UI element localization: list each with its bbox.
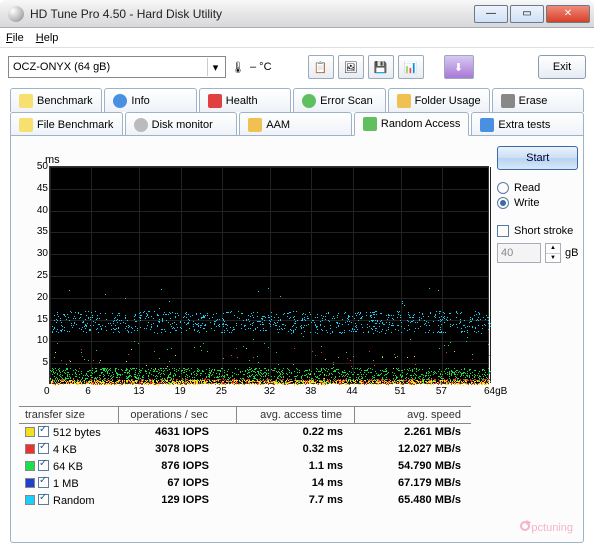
tab-extra-tests[interactable]: Extra tests xyxy=(471,112,584,136)
chevron-down-icon: ▾ xyxy=(207,58,223,76)
window-title: HD Tune Pro 4.50 - Hard Disk Utility xyxy=(30,7,222,21)
thermometer-icon: 🌡 xyxy=(230,56,246,78)
erase-icon xyxy=(501,94,515,108)
tabs-row-1: Benchmark Info Health Error Scan Folder … xyxy=(0,88,594,112)
titlebar[interactable]: HD Tune Pro 4.50 - Hard Disk Utility — ▭… xyxy=(0,0,594,28)
file-benchmark-icon xyxy=(19,118,33,132)
scan-icon xyxy=(302,94,316,108)
save-button[interactable]: 💾 xyxy=(368,55,394,79)
drive-select[interactable]: OCZ-ONYX (64 gB) ▾ xyxy=(8,56,226,78)
table-row: 512 bytes4631 IOPS0.22 ms2.261 MB/s xyxy=(19,424,471,441)
th-transfer-size: transfer size xyxy=(19,407,119,423)
window-buttons: — ▭ ✕ xyxy=(473,5,594,23)
tabs-row-2: File Benchmark Disk monitor AAM Random A… xyxy=(0,112,594,136)
menu-file[interactable]: File xyxy=(6,32,24,44)
th-operations: operations / sec xyxy=(119,407,237,423)
copy-text-button[interactable]: 📋 xyxy=(308,55,334,79)
toolbar: OCZ-ONYX (64 gB) ▾ 🌡 – °C 📋 🖼 💾 📊 ⬇ Exit xyxy=(0,48,594,86)
exit-button[interactable]: Exit xyxy=(538,55,586,79)
info-icon xyxy=(113,94,127,108)
drive-select-value: OCZ-ONYX (64 gB) xyxy=(13,61,110,73)
short-stroke-input xyxy=(497,243,541,263)
temperature-value: – °C xyxy=(250,61,272,73)
health-icon xyxy=(208,94,222,108)
tab-benchmark[interactable]: Benchmark xyxy=(10,88,102,112)
panel-random-access: ms 5101520253035404550061319253238445157… xyxy=(10,135,584,543)
table-row: Random129 IOPS7.7 ms65.480 MB/s xyxy=(19,492,471,509)
tab-error-scan[interactable]: Error Scan xyxy=(293,88,385,112)
app-icon xyxy=(8,6,24,22)
row-checkbox[interactable] xyxy=(38,426,49,437)
tab-aam[interactable]: AAM xyxy=(239,112,352,136)
results-table: transfer size operations / sec avg. acce… xyxy=(19,406,471,509)
radio-write[interactable]: Write xyxy=(497,197,578,209)
row-checkbox[interactable] xyxy=(38,443,49,454)
checkbox-short-stroke[interactable]: Short stroke xyxy=(497,225,578,237)
row-checkbox[interactable] xyxy=(38,460,49,471)
table-row: 64 KB876 IOPS1.1 ms54.790 MB/s xyxy=(19,458,471,475)
stepper[interactable]: ▲▼ xyxy=(545,243,561,263)
aam-icon xyxy=(248,118,262,132)
short-stroke-unit: gB xyxy=(565,247,578,259)
th-access-time: avg. access time xyxy=(237,407,355,423)
tab-random-access[interactable]: Random Access xyxy=(354,112,469,136)
table-row: 4 KB3078 IOPS0.32 ms12.027 MB/s xyxy=(19,441,471,458)
menubar: File Help xyxy=(0,28,594,48)
radio-read[interactable]: Read xyxy=(497,182,578,194)
menu-help[interactable]: Help xyxy=(36,32,59,44)
maximize-button[interactable]: ▭ xyxy=(510,5,544,23)
tab-health[interactable]: Health xyxy=(199,88,291,112)
checkbox-icon xyxy=(497,225,509,237)
close-button[interactable]: ✕ xyxy=(546,5,590,23)
tab-info[interactable]: Info xyxy=(104,88,196,112)
tab-file-benchmark[interactable]: File Benchmark xyxy=(10,112,123,136)
radio-icon xyxy=(497,197,509,209)
extra-tests-icon xyxy=(480,118,494,132)
tab-folder-usage[interactable]: Folder Usage xyxy=(388,88,490,112)
tab-erase[interactable]: Erase xyxy=(492,88,584,112)
monitor-icon xyxy=(134,118,148,132)
settings-button[interactable]: 📊 xyxy=(398,55,424,79)
tab-disk-monitor[interactable]: Disk monitor xyxy=(125,112,238,136)
side-controls: Start Read Write Short stroke ▲▼ gB xyxy=(497,142,578,509)
radio-icon xyxy=(497,182,509,194)
start-button[interactable]: Start xyxy=(497,146,578,170)
minimize-button[interactable]: — xyxy=(474,5,508,23)
th-avg-speed: avg. speed xyxy=(355,407,467,423)
random-access-icon xyxy=(363,117,377,131)
refresh-button[interactable]: ⬇ xyxy=(444,55,474,79)
scatter-chart: 510152025303540455006131925323844515764g… xyxy=(49,166,489,384)
row-checkbox[interactable] xyxy=(38,477,49,488)
table-row: 1 MB67 IOPS14 ms67.179 MB/s xyxy=(19,475,471,492)
folder-icon xyxy=(397,94,411,108)
row-checkbox[interactable] xyxy=(38,494,49,505)
copy-image-button[interactable]: 🖼 xyxy=(338,55,364,79)
benchmark-icon xyxy=(19,94,33,108)
